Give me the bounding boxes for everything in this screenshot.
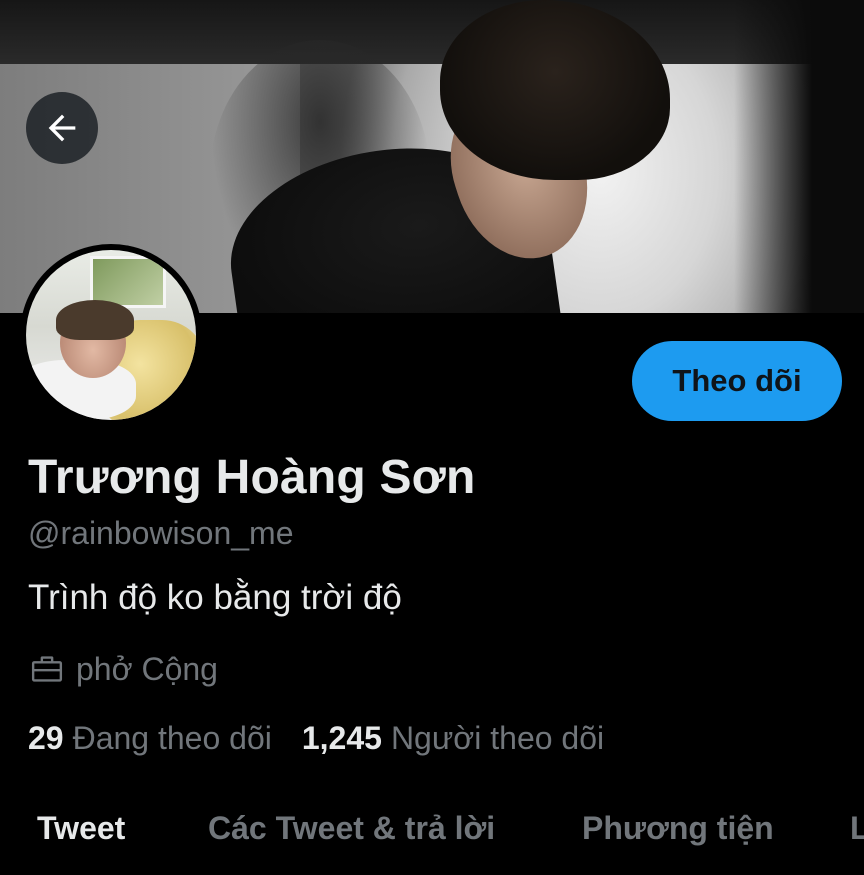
avatar-photo xyxy=(26,250,196,420)
back-button[interactable] xyxy=(26,92,98,164)
avatar-hair xyxy=(56,300,134,340)
followers-link[interactable]: 1,245 Người theo dõi xyxy=(302,720,604,757)
tab-tweets[interactable]: Tweet xyxy=(37,810,125,847)
tab-likes[interactable]: L xyxy=(850,810,864,847)
following-link[interactable]: 29 Đang theo dõi xyxy=(28,720,272,757)
avatar[interactable] xyxy=(20,244,202,426)
followers-label: Người theo dõi xyxy=(390,720,605,756)
banner-right-shade xyxy=(734,0,864,313)
display-name: Trương Hoàng Sơn xyxy=(28,451,476,504)
follow-stats: 29 Đang theo dõi 1,245 Người theo dõi xyxy=(28,720,604,757)
following-count: 29 xyxy=(28,720,64,756)
following-label: Đang theo dõi xyxy=(72,720,272,756)
follow-button[interactable]: Theo dõi xyxy=(632,341,842,421)
briefcase-icon xyxy=(31,656,63,682)
followers-count: 1,245 xyxy=(301,720,382,756)
tab-tweets-replies[interactable]: Các Tweet & trả lời xyxy=(208,810,495,847)
arrow-left-icon xyxy=(48,114,76,142)
username-handle: @rainbowison_me xyxy=(28,515,294,551)
bio-text: Trình độ ko bằng trời độ xyxy=(28,578,402,617)
work-label: phở Cộng xyxy=(76,650,218,687)
profile-tabs: Tweet Các Tweet & trả lời Phương tiện L xyxy=(0,790,864,875)
tab-media[interactable]: Phương tiện xyxy=(582,810,774,847)
profile-work: phở Cộng xyxy=(28,650,218,688)
